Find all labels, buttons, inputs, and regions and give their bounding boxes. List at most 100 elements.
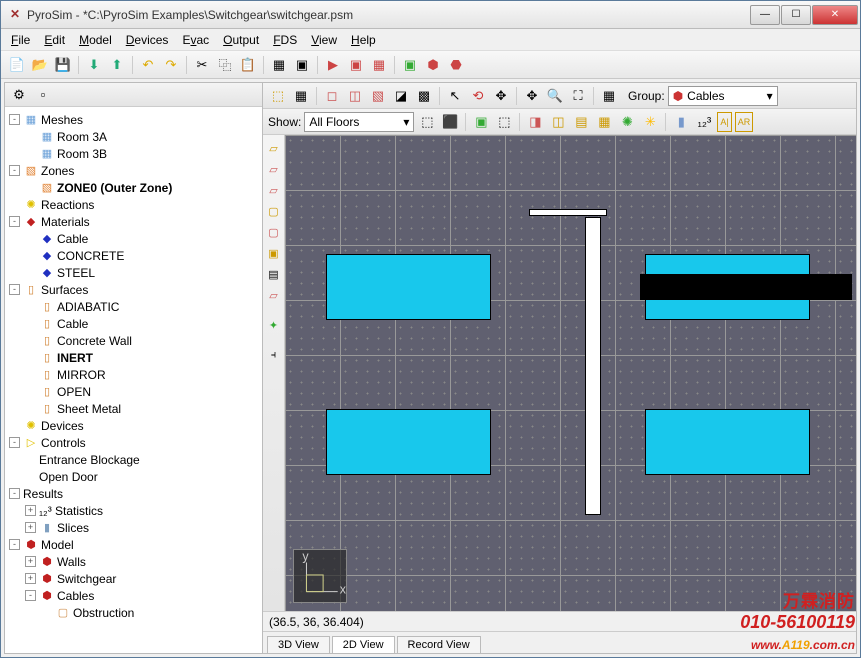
tree-item[interactable]: ▦Room 3A — [7, 128, 260, 145]
cut-icon[interactable]: ✂ — [192, 55, 212, 75]
floor-b-icon[interactable]: ⬛ — [440, 112, 460, 132]
tab-3d-view[interactable]: 3D View — [267, 636, 330, 653]
tree-item[interactable]: +₁₂³ Statistics — [7, 502, 260, 519]
slice-icon[interactable]: ▮ — [671, 112, 691, 132]
floors-dropdown[interactable]: All Floors▾ — [304, 112, 414, 132]
tool-f-icon[interactable]: ▣ — [400, 55, 420, 75]
maximize-button[interactable]: ☐ — [781, 5, 811, 25]
viewmode-b-icon[interactable]: ◫ — [345, 86, 365, 106]
viewmode-c-icon[interactable]: ▧ — [368, 86, 388, 106]
obj-b-icon[interactable]: ◫ — [548, 112, 568, 132]
zoom-icon[interactable]: 🔍 — [545, 86, 565, 106]
tree-item[interactable]: ◆Cable — [7, 230, 260, 247]
menu-view[interactable]: View — [305, 31, 343, 49]
zoomfit-icon[interactable]: ⛶ — [568, 86, 588, 106]
tree-item[interactable]: -▯Surfaces — [7, 281, 260, 298]
tree-item[interactable]: ▯Concrete Wall — [7, 332, 260, 349]
tree-item[interactable]: ▯ADIABATIC — [7, 298, 260, 315]
obj-switchgear-br[interactable] — [645, 409, 810, 475]
obj-d-icon[interactable]: ▦ — [594, 112, 614, 132]
tool-b-icon[interactable]: ▣ — [292, 55, 312, 75]
tree-item[interactable]: ▢Obstruction — [7, 604, 260, 621]
floor-a-icon[interactable]: ⬚ — [417, 112, 437, 132]
export-icon[interactable]: ⬆ — [107, 55, 127, 75]
tree-item[interactable]: +⬢Walls — [7, 553, 260, 570]
measure-icon[interactable]: ▦ — [599, 86, 619, 106]
obj-wall-vert[interactable] — [585, 217, 601, 515]
obj-cable[interactable] — [640, 274, 852, 300]
tree-item[interactable]: -▷Controls — [7, 434, 260, 451]
tree-item[interactable]: ▯Cable — [7, 315, 260, 332]
tree-item[interactable]: ▦Room 3B — [7, 145, 260, 162]
orbit-icon[interactable]: ⟲ — [468, 86, 488, 106]
tool-c-icon[interactable]: ▶ — [323, 55, 343, 75]
strip-j-icon[interactable]: ⫞ — [265, 346, 283, 364]
tab-record-view[interactable]: Record View — [397, 636, 481, 653]
tool-h-icon[interactable]: ⬣ — [446, 55, 466, 75]
tree-item[interactable]: ▧ZONE0 (Outer Zone) — [7, 179, 260, 196]
menu-edit[interactable]: Edit — [38, 31, 71, 49]
model-tree[interactable]: -▦Meshes▦Room 3A▦Room 3B-▧Zones▧ZONE0 (O… — [5, 107, 262, 653]
menu-help[interactable]: Help — [345, 31, 382, 49]
obj-e-icon[interactable]: ✺ — [617, 112, 637, 132]
group-dropdown[interactable]: ⬢ Cables ▾ — [668, 86, 778, 106]
strip-c-icon[interactable]: ▱ — [265, 181, 283, 199]
menu-file[interactable]: File — [5, 31, 36, 49]
viewmode-a-icon[interactable]: ◻ — [322, 86, 342, 106]
obj-a-icon[interactable]: ◨ — [525, 112, 545, 132]
stats-icon[interactable]: ₁₂³ — [694, 112, 714, 132]
tool-g-icon[interactable]: ⬢ — [423, 55, 443, 75]
view2d-icon[interactable]: ▦ — [291, 86, 311, 106]
save-icon[interactable]: 💾 — [53, 55, 73, 75]
tree-item[interactable]: -▧Zones — [7, 162, 260, 179]
tree-item[interactable]: -Results — [7, 485, 260, 502]
new-icon[interactable]: 📄 — [7, 55, 27, 75]
image-icon[interactable]: ▣ — [471, 112, 491, 132]
menu-evac[interactable]: Evac — [176, 31, 215, 49]
redo-icon[interactable]: ↷ — [161, 55, 181, 75]
strip-e-icon[interactable]: ▢ — [265, 223, 283, 241]
close-button[interactable]: ✕ — [812, 5, 858, 25]
menu-devices[interactable]: Devices — [120, 31, 175, 49]
tree-item[interactable]: -⬢Model — [7, 536, 260, 553]
mesh-icon[interactable]: ⬚ — [494, 112, 514, 132]
tree-item[interactable]: ✺Reactions — [7, 196, 260, 213]
tree-item[interactable]: ▯INERT — [7, 349, 260, 366]
tree-item[interactable]: +⬢Switchgear — [7, 570, 260, 587]
move-icon[interactable]: ✥ — [522, 86, 542, 106]
obj-switchgear-tl[interactable] — [326, 254, 491, 320]
tree-item[interactable]: ◆STEEL — [7, 264, 260, 281]
tree-item[interactable]: -◆Materials — [7, 213, 260, 230]
undo-icon[interactable]: ↶ — [138, 55, 158, 75]
obj-switchgear-bl[interactable] — [326, 409, 491, 475]
minimize-button[interactable]: — — [750, 5, 780, 25]
viewmode-e-icon[interactable]: ▩ — [414, 86, 434, 106]
viewmode-d-icon[interactable]: ◪ — [391, 86, 411, 106]
label-a-icon[interactable]: A| — [717, 112, 731, 132]
viewport-2d[interactable]: yx — [285, 135, 856, 611]
menu-output[interactable]: Output — [217, 31, 265, 49]
tree-collapse-icon[interactable]: ▫ — [33, 85, 53, 105]
tree-item[interactable]: ▯Sheet Metal — [7, 400, 260, 417]
strip-h-icon[interactable]: ▱ — [265, 286, 283, 304]
tool-e-icon[interactable]: ▦ — [369, 55, 389, 75]
pan-icon[interactable]: ✥ — [491, 86, 511, 106]
strip-a-icon[interactable]: ▱ — [265, 139, 283, 157]
obj-wall-top[interactable] — [529, 209, 607, 216]
menu-model[interactable]: Model — [73, 31, 118, 49]
tree-item[interactable]: Entrance Blockage — [7, 451, 260, 468]
menu-fds[interactable]: FDS — [267, 31, 303, 49]
tool-d-icon[interactable]: ▣ — [346, 55, 366, 75]
tree-settings-icon[interactable]: ⚙ — [9, 85, 29, 105]
select-icon[interactable]: ↖ — [445, 86, 465, 106]
tree-item[interactable]: Open Door — [7, 468, 260, 485]
tree-item[interactable]: +▮Slices — [7, 519, 260, 536]
strip-g-icon[interactable]: ▤ — [265, 265, 283, 283]
strip-f-icon[interactable]: ▣ — [265, 244, 283, 262]
copy-icon[interactable]: ⿻ — [215, 55, 235, 75]
tree-item[interactable]: -▦Meshes — [7, 111, 260, 128]
view3d-icon[interactable]: ⬚ — [268, 86, 288, 106]
obj-f-icon[interactable]: ✳ — [640, 112, 660, 132]
tab-2d-view[interactable]: 2D View — [332, 636, 395, 653]
strip-d-icon[interactable]: ▢ — [265, 202, 283, 220]
